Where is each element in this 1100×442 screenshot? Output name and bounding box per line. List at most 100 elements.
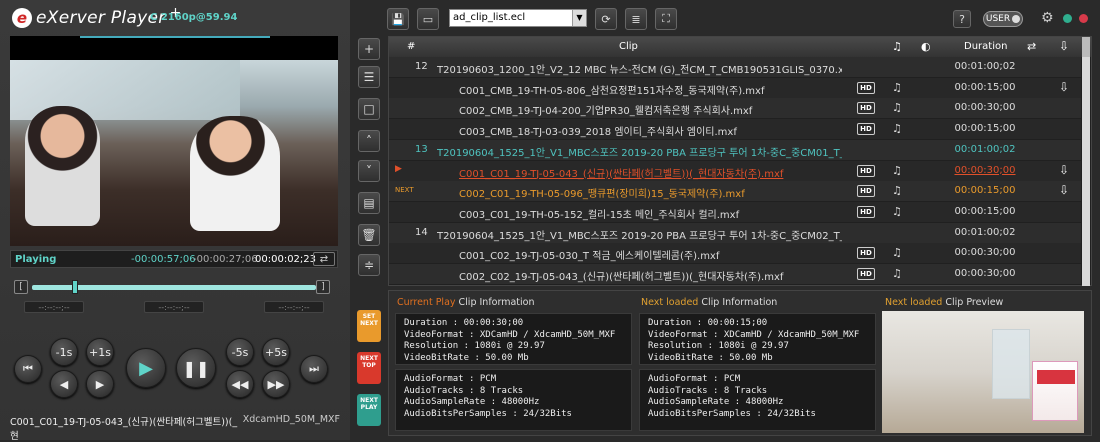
table-header: # Clip ♫ ◐ Duration ⇄ ⇩ — [389, 37, 1091, 57]
fullscreen-button[interactable]: ⛶ — [655, 8, 677, 30]
audio-note-icon: ♫ — [892, 204, 902, 218]
group-row[interactable]: 14 T20190604_1525_1안_V1_MBC스포즈 2019-20 PB… — [389, 222, 1081, 243]
go-end-button[interactable]: ⏭ — [300, 355, 328, 383]
document-button[interactable]: ▤ — [358, 192, 380, 214]
audio-note-icon: ♫ — [892, 246, 902, 260]
scrub-bar: [ ] --:--:--;-- --:--:--;-- --:--:--;-- — [10, 278, 338, 318]
status-red-dot — [1079, 14, 1088, 23]
refresh-button[interactable]: ⟳ — [595, 8, 617, 30]
row-clip-name: C001_CMB_19-TH-05-806_삼천요정편151자수정_동국제약(주… — [459, 85, 765, 97]
next-top-label: NEXT TOP — [360, 355, 378, 369]
user-toggle[interactable]: USER — [983, 11, 1023, 27]
indent-icon: ☰ — [363, 70, 375, 84]
hd-badge-icon: HD — [857, 247, 875, 260]
open-folder-button[interactable]: ▭ — [417, 8, 439, 30]
refresh-icon: ⟳ — [601, 12, 611, 26]
step-forward-icon: ▶ — [95, 377, 105, 391]
playlist-select[interactable]: ad_clip_list.ecl ▼ — [449, 9, 587, 27]
table-scrollbar[interactable] — [1082, 37, 1090, 286]
plus-icon: + — [363, 42, 375, 56]
clip-row[interactable]: C001_C02_19-TJ-05-030_T 적금_에스케이텔레콤(주).mx… — [389, 243, 1081, 264]
progress-thumb[interactable] — [71, 280, 78, 294]
toggle-knob-icon — [1012, 15, 1021, 23]
mark-in-button[interactable]: [ — [14, 280, 28, 294]
video-figure-right — [190, 116, 280, 231]
audio-note-icon: ♫ — [892, 163, 902, 177]
rewind-button[interactable]: ◀◀ — [226, 370, 254, 398]
clip-row[interactable]: NEXT C002_C01_19-TH-05-096_땡큐편(장미희)15_동국제… — [389, 181, 1081, 202]
clip-info-panel: Current Play Clip Information Next loade… — [388, 290, 1092, 436]
timecode-remaining: -00:00:57;06 — [131, 253, 196, 265]
indent-button[interactable]: ☰ — [358, 66, 380, 88]
plus-5s-button[interactable]: +5s — [262, 338, 290, 366]
document-icon: ▤ — [363, 196, 375, 210]
clip-row[interactable]: C003_C01_19-TH-05-152_컬리-15초 메인_주식회사 컬리.… — [389, 201, 1081, 222]
minus-1s-button[interactable]: -1s — [50, 338, 78, 366]
move-up-button[interactable]: ˄ — [358, 130, 380, 152]
download-arrow-icon[interactable]: ⇩ — [1059, 163, 1069, 177]
split-button[interactable]: ≑ — [358, 254, 380, 276]
audio-note-icon: ♫ — [892, 101, 902, 115]
download-arrow-icon[interactable]: ⇩ — [1059, 80, 1069, 94]
row-clip-name: T20190604_1525_1안_V1_MBC스포즈 2019-20 PBA … — [437, 230, 842, 242]
stop-button[interactable]: □ — [358, 98, 380, 120]
clip-row[interactable]: C001_CMB_19-TH-05-806_삼천요정편151자수정_동국제약(주… — [389, 77, 1081, 98]
col-num: # — [407, 41, 416, 52]
go-start-button[interactable]: ⏮ — [14, 355, 42, 383]
clip-row[interactable]: C002_CMB_19-TJ-04-200_기업PR30_웰컴저축은행 주식회사… — [389, 98, 1081, 119]
row-duration: 00:00:30;00 — [954, 268, 1016, 279]
row-duration: 00:00:15;00 — [954, 81, 1016, 93]
plus-1s-button[interactable]: +1s — [86, 338, 114, 366]
delete-button[interactable]: 🗑 — [358, 224, 380, 246]
trash-icon: 🗑 — [361, 228, 377, 242]
mark-out-button[interactable]: ] — [316, 280, 330, 294]
move-down-button[interactable]: ˅ — [358, 160, 380, 182]
audio-note-icon: ♫ — [892, 184, 902, 198]
row-marker: NEXT — [395, 186, 414, 195]
split-icon: ≑ — [363, 258, 375, 272]
pause-icon: ❚❚ — [182, 358, 210, 378]
loop-button[interactable]: ⇄ — [313, 252, 335, 266]
pause-button[interactable]: ❚❚ — [176, 348, 216, 388]
hd-badge-icon: HD — [857, 164, 875, 177]
rewind-icon: ◀◀ — [231, 377, 249, 391]
fast-forward-icon: ▶▶ — [267, 377, 285, 391]
group-row[interactable]: 13 T20190604_1525_1안_V1_MBC스포즈 2019-20 PB… — [389, 139, 1081, 160]
row-number: 14 — [415, 226, 428, 238]
set-next-button[interactable]: SET NEXT — [357, 310, 381, 342]
row-clip-name: T20190604_1525_1안_V1_MBC스포즈 2019-20 PBA … — [437, 147, 842, 159]
clip-row[interactable]: C002_C02_19-TJ-05-043_(신규)(싼타페(허그벨트))(_현… — [389, 264, 1081, 284]
clip-row[interactable]: C003_CMB_18-TJ-03-039_2018 엠이티_주식회사 엠이티.… — [389, 119, 1081, 140]
row-duration: 00:00:15;00 — [954, 123, 1016, 135]
add-clip-button[interactable]: + — [358, 38, 380, 60]
video-top-line — [80, 36, 270, 38]
next-play-button[interactable]: NEXT PLAY — [357, 394, 381, 426]
mark-out-time: --:--:--;-- — [264, 301, 324, 313]
download-arrow-icon[interactable]: ⇩ — [1059, 183, 1069, 197]
row-duration: 00:01:00;02 — [954, 61, 1016, 72]
row-duration: 00:00:30;00 — [954, 102, 1016, 114]
step-forward-button[interactable]: ▶ — [86, 370, 114, 398]
group-row[interactable]: 12 T20190603_1200_1안_V2_12 MBC 뉴스-전CM (G)… — [389, 57, 1081, 77]
fullscreen-icon: ⛶ — [662, 12, 670, 25]
minus-5s-button[interactable]: -5s — [226, 338, 254, 366]
now-playing-bar: C001_C01_19-TJ-05-043_(신규)(싼타페(허그벨트))(_현… — [10, 414, 340, 442]
dropdown-arrow-icon[interactable]: ▼ — [572, 10, 586, 26]
list-settings-button[interactable]: ≣ — [625, 8, 647, 30]
row-number: 13 — [415, 143, 428, 155]
row-duration: 00:01:00;02 — [954, 143, 1016, 155]
row-clip-name: C001_C01_19-TJ-05-043_(신규)(싼타페(허그벨트))(_현… — [459, 168, 784, 180]
play-button[interactable]: ▶ — [126, 348, 166, 388]
clip-row[interactable]: ▶ C001_C01_19-TJ-05-043_(신규)(싼타페(허그벨트))(_… — [389, 160, 1081, 181]
settings-gear-icon[interactable]: ⚙ — [1041, 10, 1054, 26]
scroll-thumb[interactable] — [1082, 37, 1090, 57]
next-top-button[interactable]: NEXT TOP — [357, 352, 381, 384]
step-back-button[interactable]: ◀ — [50, 370, 78, 398]
fast-forward-button[interactable]: ▶▶ — [262, 370, 290, 398]
bracket-left-icon: [ — [19, 282, 23, 292]
audio-note-icon: ♫ — [892, 122, 902, 136]
help-button[interactable]: ? — [953, 10, 971, 28]
audio-note-icon: ♫ — [892, 80, 902, 94]
row-marker: ▶ — [395, 163, 402, 174]
save-button[interactable]: 💾 — [387, 8, 409, 30]
